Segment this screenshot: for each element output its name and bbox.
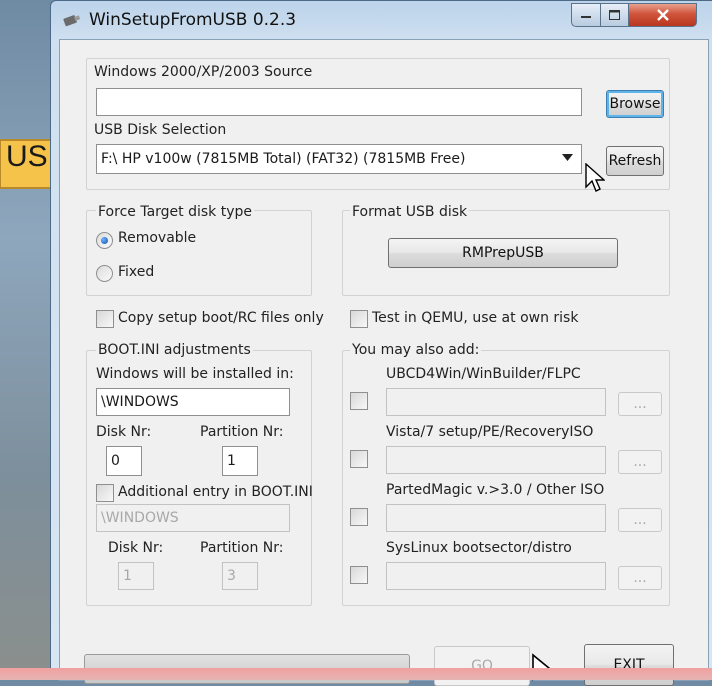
maximize-button[interactable] — [601, 3, 629, 27]
close-icon — [656, 9, 669, 21]
copy-files-only-checkbox[interactable] — [96, 310, 114, 328]
also-add-item-label: Vista/7 setup/PE/RecoveryISO — [386, 424, 594, 440]
partition-nr-label: Partition Nr: — [200, 424, 284, 440]
also-add-item-input — [386, 388, 606, 416]
test-qemu-label: Test in QEMU, use at own risk — [372, 310, 579, 326]
force-target-group — [86, 210, 312, 296]
disk-nr-label: Disk Nr: — [96, 424, 152, 440]
caption-buttons — [571, 3, 711, 29]
additional-disk-nr-label: Disk Nr: — [108, 540, 164, 556]
also-add-item-checkbox[interactable] — [350, 392, 368, 410]
maximize-icon — [609, 10, 620, 20]
also-add-item-label: UBCD4Win/WinBuilder/FLPC — [386, 366, 581, 382]
also-add-item-browse-button[interactable]: ... — [618, 508, 662, 532]
go-button[interactable]: GO — [434, 646, 530, 686]
also-add-item-label: PartedMagic v.>3.0 / Other ISO — [386, 482, 605, 498]
additional-entry-label: Additional entry in BOOT.INI — [118, 484, 313, 500]
also-add-label: You may also add: — [350, 342, 482, 358]
also-add-item-checkbox[interactable] — [350, 450, 368, 468]
also-add-item-label: SysLinux bootsector/distro — [386, 540, 572, 556]
rmprepusb-button[interactable]: RMPrepUSB — [388, 238, 618, 268]
app-window: WinSetupFromUSB 0.2.3 Windows 2000/XP/20… — [50, 0, 712, 686]
format-label: Format USB disk — [350, 204, 470, 220]
radio-removable[interactable] — [96, 232, 113, 249]
source-label: Windows 2000/XP/2003 Source — [94, 64, 313, 80]
client-area: Windows 2000/XP/2003 Source Browse USB D… — [59, 39, 709, 686]
usb-disk-selected: F:\ HP v100w (7815MB Total) (FAT32) (781… — [101, 151, 466, 167]
additional-partition-nr-input: 3 — [222, 562, 258, 590]
source-input[interactable] — [96, 88, 582, 116]
force-target-label: Force Target disk type — [96, 204, 254, 220]
minimize-icon — [581, 16, 591, 18]
also-add-item-checkbox[interactable] — [350, 508, 368, 526]
test-qemu-checkbox[interactable] — [350, 310, 368, 328]
usb-drive-icon — [63, 15, 81, 27]
window-title: WinSetupFromUSB 0.2.3 — [89, 10, 297, 30]
also-add-item-input — [386, 504, 606, 532]
install-location-input[interactable]: \WINDOWS — [96, 388, 290, 416]
additional-entry-checkbox[interactable] — [96, 484, 114, 502]
additional-disk-nr-input: 1 — [118, 562, 154, 590]
copy-files-only-label: Copy setup boot/RC files only — [118, 310, 324, 326]
desktop-strip — [0, 668, 712, 680]
radio-removable-label: Removable — [118, 230, 197, 246]
browse-button[interactable]: Browse — [606, 90, 664, 118]
also-add-item-browse-button[interactable]: ... — [618, 392, 662, 416]
disk-nr-input[interactable]: 0 — [106, 446, 142, 476]
install-location-label: Windows will be installed in: — [96, 366, 294, 382]
partition-nr-input[interactable]: 1 — [222, 446, 258, 476]
additional-partition-nr-label: Partition Nr: — [200, 540, 284, 556]
also-add-item-checkbox[interactable] — [350, 566, 368, 584]
additional-entry-input: \WINDOWS — [96, 504, 290, 532]
also-add-item-input — [386, 562, 606, 590]
usb-disk-select[interactable]: F:\ HP v100w (7815MB Total) (FAT32) (781… — [96, 144, 582, 174]
radio-fixed[interactable] — [96, 265, 113, 282]
usb-disk-label: USB Disk Selection — [94, 122, 227, 138]
also-add-item-browse-button[interactable]: ... — [618, 566, 662, 590]
refresh-button[interactable]: Refresh — [606, 146, 664, 176]
also-add-item-input — [386, 446, 606, 474]
also-add-item-browse-button[interactable]: ... — [618, 450, 662, 474]
minimize-button[interactable] — [571, 3, 601, 27]
radio-fixed-label: Fixed — [118, 264, 155, 280]
close-button[interactable] — [629, 3, 697, 27]
boot-ini-label: BOOT.INI adjustments — [96, 342, 253, 358]
mouse-cursor-icon — [585, 163, 605, 192]
chevron-down-icon — [562, 154, 573, 161]
